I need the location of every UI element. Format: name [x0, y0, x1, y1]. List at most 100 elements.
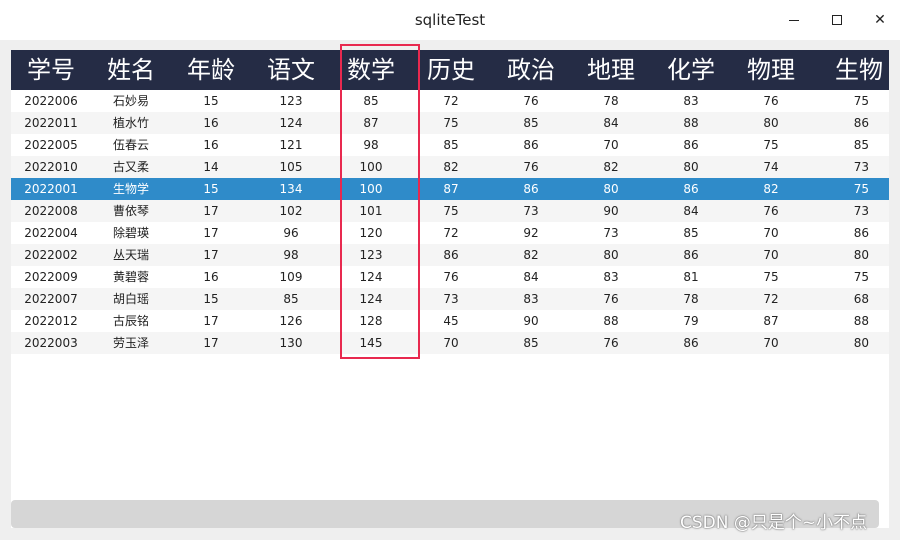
table-cell[interactable]: 134 [251, 178, 331, 200]
table-cell[interactable]: 98 [251, 244, 331, 266]
table-cell[interactable]: 86 [811, 112, 889, 134]
table-cell[interactable]: 78 [651, 288, 731, 310]
table-cell[interactable]: 100 [331, 178, 411, 200]
table-cell[interactable]: 86 [811, 222, 889, 244]
table-cell[interactable]: 72 [411, 222, 491, 244]
table-cell[interactable]: 128 [331, 310, 411, 332]
table-row-selected[interactable]: 2022001 生物学 15 134 100 87 86 80 86 82 75 [11, 178, 889, 200]
table-row[interactable]: 2022009 黄碧蓉 16 109 124 76 84 83 81 75 75 [11, 266, 889, 288]
table-cell[interactable]: 120 [331, 222, 411, 244]
table-cell[interactable]: 2022004 [11, 222, 91, 244]
table-cell[interactable]: 80 [731, 112, 811, 134]
table-cell[interactable]: 2022002 [11, 244, 91, 266]
table-cell[interactable]: 70 [571, 134, 651, 156]
table-cell[interactable]: 17 [171, 332, 251, 354]
table-cell[interactable]: 2022008 [11, 200, 91, 222]
column-header[interactable]: 物理 [731, 50, 811, 90]
table-cell[interactable]: 伍春云 [91, 134, 171, 156]
table-cell[interactable]: 96 [251, 222, 331, 244]
table-row[interactable]: 2022011 植水竹 16 124 87 75 85 84 88 80 86 [11, 112, 889, 134]
table-cell[interactable]: 124 [331, 266, 411, 288]
table-cell[interactable]: 17 [171, 200, 251, 222]
table-row[interactable]: 2022005 伍春云 16 121 98 85 86 70 86 75 85 [11, 134, 889, 156]
table-cell[interactable]: 100 [331, 156, 411, 178]
table-cell[interactable]: 76 [571, 332, 651, 354]
column-header[interactable]: 姓名 [91, 50, 171, 90]
table-row[interactable]: 2022007 胡白瑶 15 85 124 73 83 76 78 72 68 [11, 288, 889, 310]
table-cell[interactable]: 16 [171, 112, 251, 134]
table-cell[interactable]: 70 [411, 332, 491, 354]
table-cell[interactable]: 17 [171, 222, 251, 244]
score-table[interactable]: 学号 姓名 年龄 语文 数学 历史 政治 地理 化学 物理 生物 2022006 石妙易 15 123 85… [11, 50, 889, 528]
table-cell[interactable]: 84 [571, 112, 651, 134]
table-cell[interactable]: 85 [411, 134, 491, 156]
table-cell[interactable]: 68 [811, 288, 889, 310]
table-cell[interactable]: 83 [491, 288, 571, 310]
table-cell[interactable]: 75 [731, 134, 811, 156]
column-header[interactable]: 地理 [571, 50, 651, 90]
table-cell[interactable]: 古辰铭 [91, 310, 171, 332]
table-cell[interactable]: 86 [491, 178, 571, 200]
table-cell[interactable]: 87 [411, 178, 491, 200]
table-cell[interactable]: 78 [571, 90, 651, 112]
table-cell[interactable]: 87 [731, 310, 811, 332]
table-cell[interactable]: 92 [491, 222, 571, 244]
table-cell[interactable]: 70 [731, 332, 811, 354]
table-cell[interactable]: 72 [731, 288, 811, 310]
minimize-button[interactable] [772, 0, 816, 40]
table-cell[interactable]: 80 [651, 156, 731, 178]
table-cell[interactable]: 植水竹 [91, 112, 171, 134]
table-cell[interactable]: 15 [171, 288, 251, 310]
column-header[interactable]: 语文 [251, 50, 331, 90]
table-cell[interactable]: 2022009 [11, 266, 91, 288]
table-cell[interactable]: 109 [251, 266, 331, 288]
table-cell[interactable]: 88 [811, 310, 889, 332]
table-cell[interactable]: 85 [331, 90, 411, 112]
table-cell[interactable]: 73 [411, 288, 491, 310]
table-cell[interactable]: 70 [731, 222, 811, 244]
table-cell[interactable]: 黄碧蓉 [91, 266, 171, 288]
table-cell[interactable]: 90 [571, 200, 651, 222]
table-cell[interactable]: 15 [171, 178, 251, 200]
table-cell[interactable]: 83 [651, 90, 731, 112]
table-cell[interactable]: 90 [491, 310, 571, 332]
table-cell[interactable]: 86 [651, 178, 731, 200]
table-cell[interactable]: 126 [251, 310, 331, 332]
table-cell[interactable]: 45 [411, 310, 491, 332]
table-cell[interactable]: 79 [651, 310, 731, 332]
table-cell[interactable]: 123 [251, 90, 331, 112]
table-cell[interactable]: 88 [571, 310, 651, 332]
table-cell[interactable]: 2022001 [11, 178, 91, 200]
table-body[interactable]: 2022006 石妙易 15 123 85 72 76 78 83 76 75 2022011 植水竹 1… [11, 90, 889, 354]
table-cell[interactable]: 2022011 [11, 112, 91, 134]
table-cell[interactable]: 76 [411, 266, 491, 288]
table-cell[interactable]: 80 [811, 244, 889, 266]
table-cell[interactable]: 70 [731, 244, 811, 266]
table-cell[interactable]: 72 [411, 90, 491, 112]
table-cell[interactable]: 145 [331, 332, 411, 354]
table-cell[interactable]: 85 [251, 288, 331, 310]
table-cell[interactable]: 76 [731, 90, 811, 112]
table-cell[interactable]: 83 [571, 266, 651, 288]
column-header[interactable]: 政治 [491, 50, 571, 90]
table-cell[interactable]: 16 [171, 266, 251, 288]
table-cell[interactable]: 82 [491, 244, 571, 266]
table-cell[interactable]: 73 [491, 200, 571, 222]
table-cell[interactable]: 16 [171, 134, 251, 156]
table-cell[interactable]: 14 [171, 156, 251, 178]
table-cell[interactable]: 古又柔 [91, 156, 171, 178]
table-cell[interactable]: 胡白瑶 [91, 288, 171, 310]
column-header[interactable]: 数学 [331, 50, 411, 90]
table-cell[interactable]: 75 [811, 178, 889, 200]
table-cell[interactable]: 86 [651, 244, 731, 266]
column-header[interactable]: 生物 [811, 50, 889, 90]
table-cell[interactable]: 75 [411, 200, 491, 222]
table-cell[interactable]: 石妙易 [91, 90, 171, 112]
column-header[interactable]: 年龄 [171, 50, 251, 90]
table-cell[interactable]: 86 [651, 332, 731, 354]
table-cell[interactable]: 74 [731, 156, 811, 178]
table-cell[interactable]: 82 [731, 178, 811, 200]
table-cell[interactable]: 88 [651, 112, 731, 134]
table-cell[interactable]: 86 [491, 134, 571, 156]
table-row[interactable]: 2022006 石妙易 15 123 85 72 76 78 83 76 75 [11, 90, 889, 112]
